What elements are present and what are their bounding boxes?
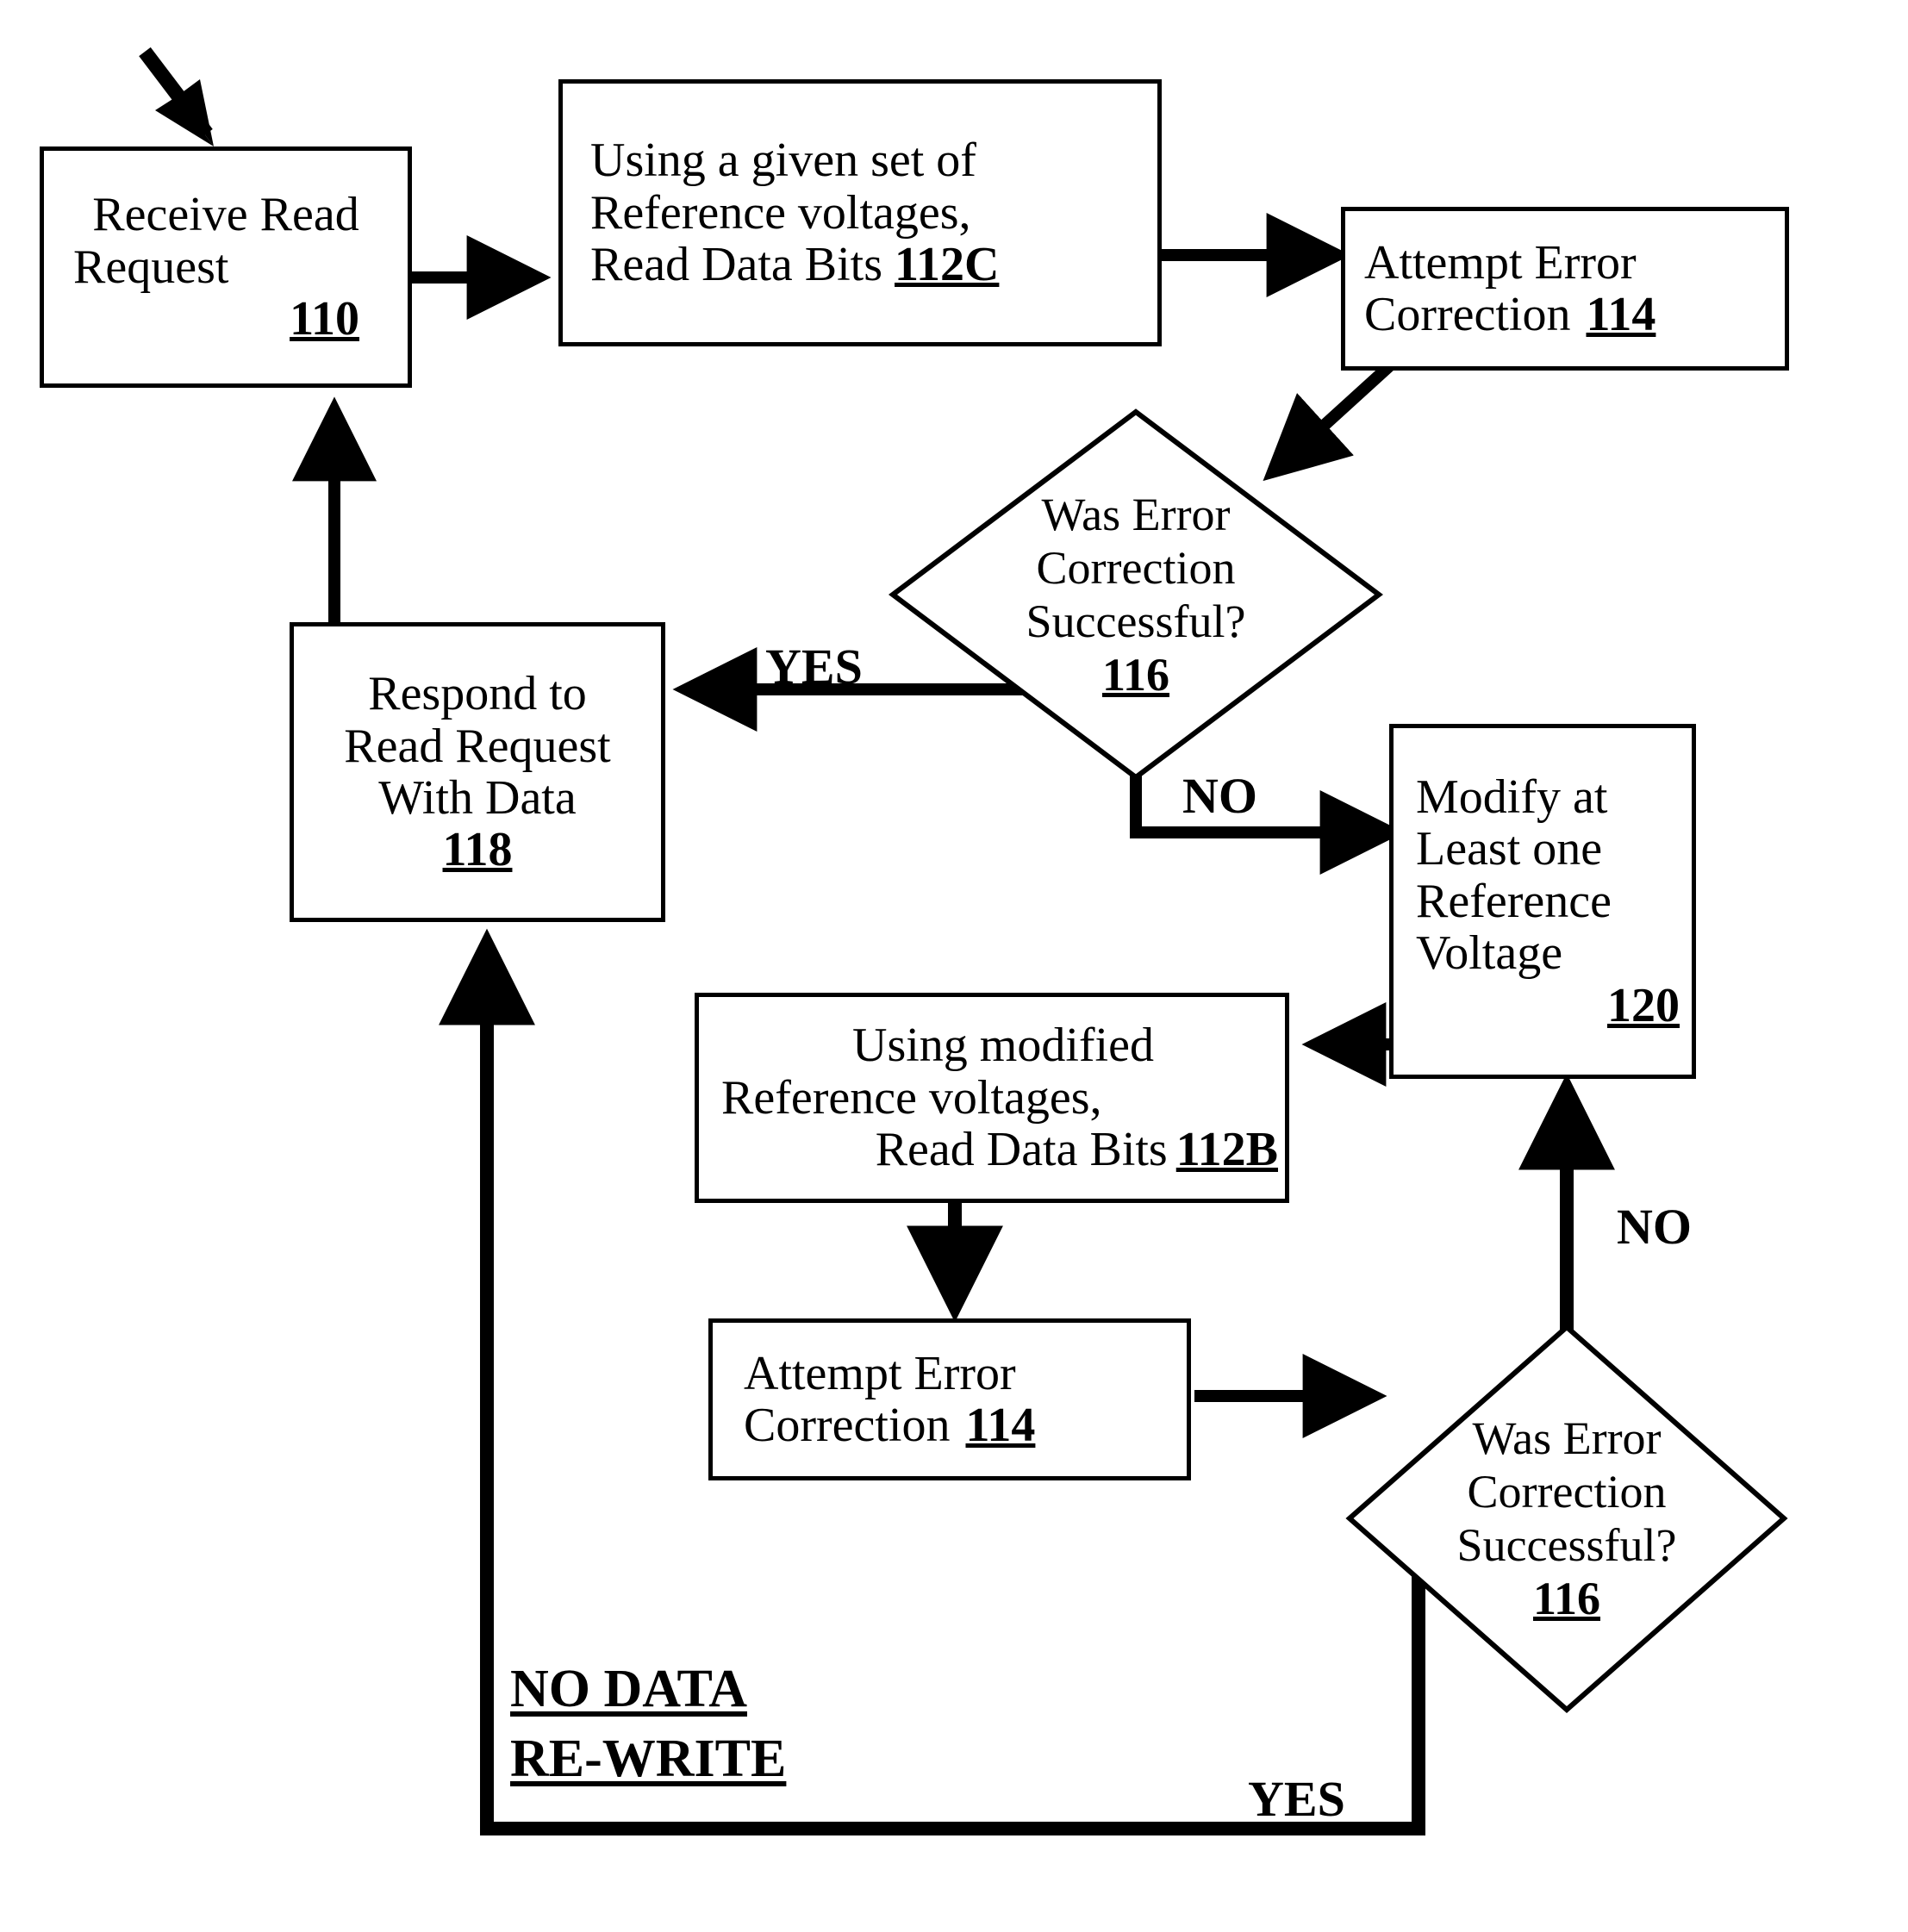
- decision-top: Was Error Correction Successful? 116: [893, 412, 1379, 777]
- receive-read-request-line1: Receive Read: [92, 188, 359, 242]
- attempt-ecc-bottom-ref: 114: [965, 1399, 1036, 1452]
- modify-reference-voltage-line4: Voltage: [1416, 926, 1563, 981]
- annotation-no-data-rewrite-line1: NO DATA: [510, 1660, 747, 1718]
- read-modified-refs-ref: 112B: [1175, 1123, 1278, 1177]
- read-given-refs-ref: 112C: [895, 238, 1000, 292]
- decision-bottom-ref: 116: [1532, 1573, 1601, 1624]
- read-given-refs-line2: Reference voltages,: [590, 185, 971, 240]
- edge-label-no-bottom: NO: [1617, 1199, 1692, 1255]
- decision-top-line3: Successful?: [1026, 595, 1246, 647]
- modify-reference-voltage-line1: Modify at: [1416, 770, 1608, 824]
- modify-reference-voltage-line2: Least one: [1416, 822, 1603, 876]
- edge-label-no-top: NO: [1182, 768, 1257, 824]
- respond-with-data-line3: With Data: [378, 771, 577, 825]
- attempt-ecc-top-ref: 114: [1586, 288, 1656, 341]
- read-modified-refs-line1: Using modified: [852, 1019, 1154, 1073]
- edge-label-yes-top: YES: [765, 639, 863, 695]
- process-read-given-refs: Using a given set of Reference voltages,…: [558, 79, 1162, 346]
- attempt-ecc-bottom-line1: Attempt Error: [744, 1346, 1016, 1400]
- modify-reference-voltage-line3: Reference: [1416, 874, 1612, 928]
- flowchart-canvas: Was Error Correction Successful? 116 Was…: [0, 0, 1908, 1932]
- process-receive-read-request: Receive Read Request 110: [40, 146, 412, 388]
- decision-bottom-line2: Correction: [1467, 1466, 1667, 1518]
- annotation-no-data-rewrite: NO DATA RE-WRITE: [510, 1655, 786, 1793]
- read-given-refs-line3: Read Data Bits: [590, 238, 883, 292]
- edge-label-yes-bottom: YES: [1248, 1771, 1345, 1827]
- decision-bottom-line1: Was Error: [1472, 1412, 1662, 1464]
- attempt-ecc-top-line1: Attempt Error: [1364, 235, 1637, 290]
- attempt-ecc-bottom-line2: Correction: [744, 1399, 951, 1452]
- annotation-no-data-rewrite-line2: RE-WRITE: [510, 1729, 787, 1788]
- entry-arrow: [139, 47, 214, 146]
- modify-reference-voltage-ref: 120: [1607, 978, 1680, 1032]
- respond-with-data-line2: Read Request: [344, 719, 611, 773]
- respond-with-data-ref: 118: [442, 823, 513, 877]
- decision-bottom: Was Error Correction Successful? 116: [1350, 1327, 1784, 1710]
- read-modified-refs-line2: Reference voltages,: [721, 1070, 1102, 1125]
- process-attempt-ecc-bottom: Attempt Error Correction 114: [708, 1318, 1191, 1480]
- decision-top-ref: 116: [1101, 649, 1170, 701]
- decision-top-line2: Correction: [1036, 542, 1236, 594]
- receive-read-request-ref: 110: [290, 292, 359, 346]
- read-given-refs-line1: Using a given set of: [590, 134, 976, 188]
- decision-bottom-line3: Successful?: [1456, 1519, 1677, 1571]
- respond-with-data-line1: Respond to: [368, 667, 587, 721]
- process-read-modified-refs: Using modified Reference voltages, Read …: [695, 993, 1289, 1203]
- read-modified-refs-line3: Read Data Bits: [875, 1123, 1168, 1177]
- attempt-ecc-top-line2: Correction: [1364, 288, 1571, 341]
- process-attempt-ecc-top: Attempt Error Correction 114: [1341, 207, 1789, 371]
- process-respond-with-data: Respond to Read Request With Data 118: [290, 622, 665, 922]
- process-modify-reference-voltage: Modify at Least one Reference Voltage 12…: [1389, 724, 1696, 1079]
- decision-top-line1: Was Error: [1041, 489, 1231, 540]
- receive-read-request-line2: Request: [73, 240, 229, 294]
